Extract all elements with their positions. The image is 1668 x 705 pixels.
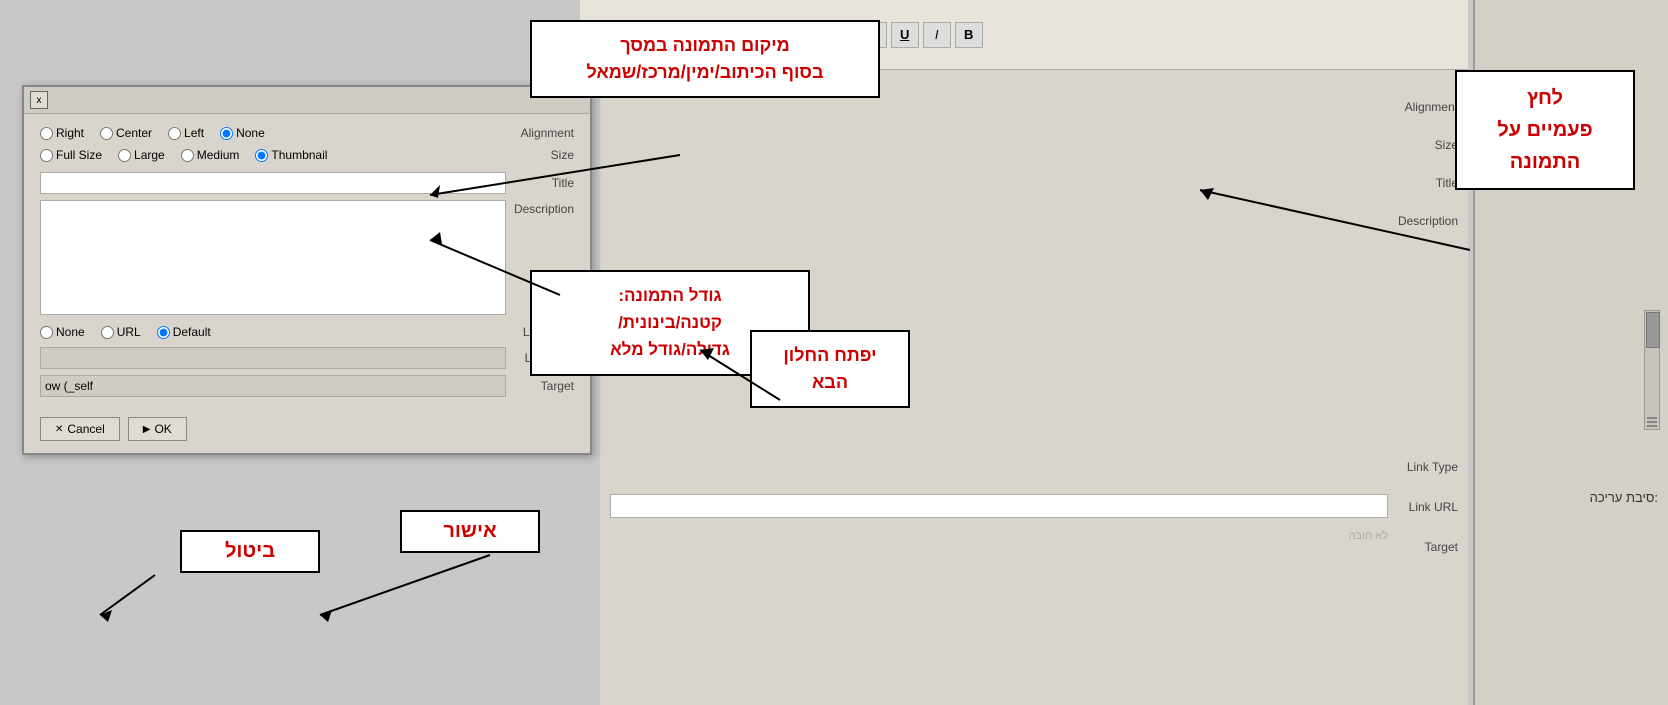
link-url-right-input[interactable] bbox=[610, 494, 1388, 518]
right-sidebar: לחץ פעמיים על התמונה :סיבת עריכה bbox=[1473, 0, 1668, 705]
link-url-item: URL bbox=[101, 325, 141, 339]
size-medium-label: Medium bbox=[197, 148, 240, 162]
cancel-label: Cancel bbox=[67, 422, 104, 436]
alignment-left-radio[interactable] bbox=[168, 127, 181, 140]
title-field-label: Title bbox=[514, 176, 574, 190]
linkurl-area-label: Link URL bbox=[1409, 500, 1458, 514]
size-row: Full Size Large Medium Thumbnail Size bbox=[40, 148, 574, 162]
title-input[interactable] bbox=[40, 172, 506, 194]
link-url-radio[interactable] bbox=[101, 326, 114, 339]
not-required-note: לא חובה bbox=[610, 530, 1388, 542]
alignment-left-label: Left bbox=[184, 126, 204, 140]
target-value: ow (_self bbox=[45, 379, 93, 393]
bold-btn[interactable]: B bbox=[955, 22, 983, 48]
alignment-left-item: Left bbox=[168, 126, 204, 140]
dialog-box: x Right Center Left None Alignment bbox=[22, 85, 592, 455]
alignment-right-label: Right bbox=[56, 126, 84, 140]
size-medium-radio[interactable] bbox=[181, 149, 194, 162]
alignment-right-item: Right bbox=[40, 126, 84, 140]
link-url-label: URL bbox=[117, 325, 141, 339]
link-type-row: None URL Default Link Type bbox=[40, 325, 574, 339]
link-default-label: Default bbox=[173, 325, 211, 339]
description-input[interactable] bbox=[40, 200, 506, 315]
size-fullsize-label: Full Size bbox=[56, 148, 102, 162]
alignment-none-label: None bbox=[236, 126, 265, 140]
link-none-radio[interactable] bbox=[40, 326, 53, 339]
italic-btn[interactable]: I bbox=[923, 22, 951, 48]
alignment-none-item: None bbox=[220, 126, 265, 140]
link-default-radio[interactable] bbox=[157, 326, 170, 339]
alignment-center-label: Center bbox=[116, 126, 152, 140]
size-thumbnail-item: Thumbnail bbox=[255, 148, 327, 162]
link-url-input[interactable] bbox=[40, 347, 506, 369]
link-default-item: Default bbox=[157, 325, 211, 339]
description-field-label: Description bbox=[514, 200, 574, 216]
dialog-titlebar: x bbox=[24, 87, 590, 114]
size-medium-item: Medium bbox=[181, 148, 240, 162]
ok-label: OK bbox=[154, 422, 171, 436]
right-form-area: Alignment Size Title Description Link Ty… bbox=[600, 70, 1468, 705]
sidebar-scrollbar[interactable] bbox=[1644, 310, 1660, 430]
link-none-item: None bbox=[40, 325, 85, 339]
alignment-area-label: Alignment bbox=[1405, 100, 1458, 114]
top-annotation-box: מיקום התמונה במסך בסוף הכיתוב/ימין/מרכז/… bbox=[530, 20, 880, 98]
next-window-annotation: יפתח החלון הבא bbox=[750, 330, 910, 408]
ok-annotation: אישור bbox=[400, 510, 540, 553]
cancel-icon: ✕ bbox=[55, 424, 63, 435]
size-large-label: Large bbox=[134, 148, 165, 162]
cancel-button[interactable]: ✕ Cancel bbox=[40, 417, 120, 441]
alignment-center-radio[interactable] bbox=[100, 127, 113, 140]
size-fullsize-radio[interactable] bbox=[40, 149, 53, 162]
right-sidebar-annotation: לחץ פעמיים על התמונה bbox=[1455, 70, 1635, 190]
description-area-label: Description bbox=[1398, 214, 1458, 228]
linktype-area-label: Link Type bbox=[1407, 460, 1458, 474]
link-none-label: None bbox=[56, 325, 85, 339]
alignment-center-item: Center bbox=[100, 126, 152, 140]
target-area-label: Target bbox=[1425, 540, 1458, 554]
hebrew-label: :סיבת עריכה bbox=[1590, 490, 1658, 505]
alignment-field-label: Alignment bbox=[521, 126, 574, 140]
underline-btn[interactable]: U bbox=[891, 22, 919, 48]
ok-button[interactable]: ▶ OK bbox=[128, 417, 187, 441]
size-large-radio[interactable] bbox=[118, 149, 131, 162]
alignment-row: Right Center Left None Alignment bbox=[40, 126, 574, 140]
size-thumbnail-radio[interactable] bbox=[255, 149, 268, 162]
size-thumbnail-label: Thumbnail bbox=[271, 148, 327, 162]
size-fullsize-item: Full Size bbox=[40, 148, 102, 162]
scrollbar-thumb bbox=[1646, 312, 1660, 348]
target-field-label: Target bbox=[514, 379, 574, 393]
dialog-close-btn[interactable]: x bbox=[30, 91, 48, 109]
alignment-none-radio[interactable] bbox=[220, 127, 233, 140]
size-large-item: Large bbox=[118, 148, 165, 162]
dialog-footer: ✕ Cancel ▶ OK bbox=[24, 409, 590, 453]
size-field-label: Size bbox=[551, 148, 574, 162]
ok-icon: ▶ bbox=[143, 424, 151, 435]
alignment-right-radio[interactable] bbox=[40, 127, 53, 140]
cancel-annotation: ביטול bbox=[180, 530, 320, 573]
